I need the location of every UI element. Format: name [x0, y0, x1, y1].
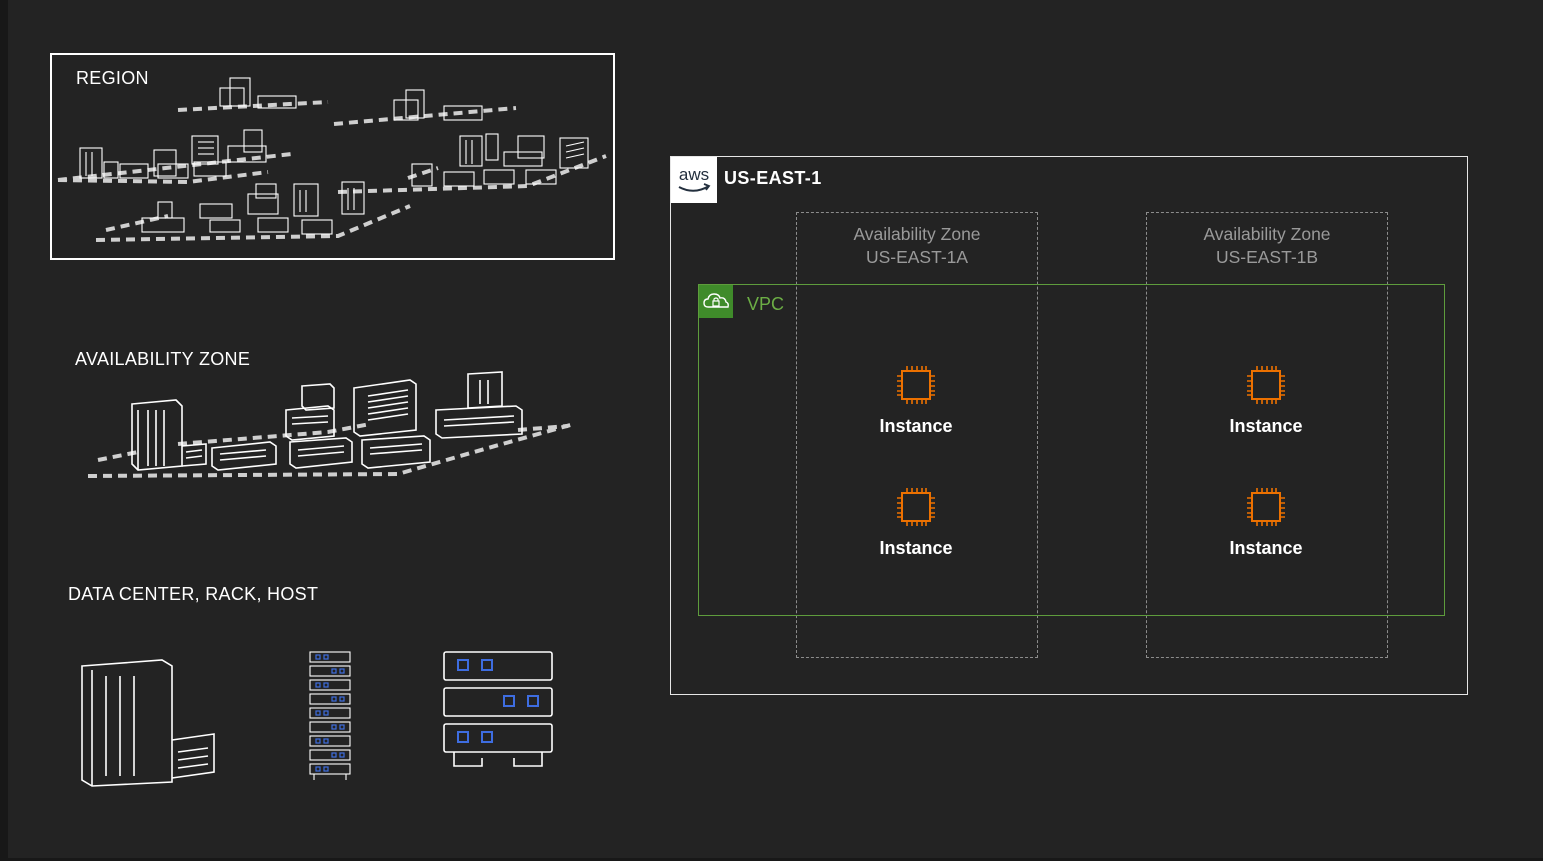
instance-label: Instance — [1229, 538, 1303, 558]
chip-icon — [1247, 488, 1285, 526]
instance-az1a-bottom[interactable]: Instance — [856, 486, 976, 566]
host-server-icon — [443, 651, 553, 767]
instance-az1b-bottom[interactable]: Instance — [1206, 486, 1326, 566]
instance-az1a-top[interactable]: Instance — [856, 364, 976, 444]
svg-text:aws: aws — [679, 165, 709, 184]
data-center-icon — [81, 659, 215, 787]
az-1a-name: US-EAST-1A — [865, 247, 969, 267]
rack-icon — [309, 651, 351, 780]
az-1b-name: US-EAST-1B — [1215, 247, 1319, 267]
chip-icon — [897, 366, 935, 404]
instance-label: Instance — [1229, 416, 1303, 436]
chip-icon — [1247, 366, 1285, 404]
diagram-canvas: REGION AVAILABILITY ZONE DATA CENTER, RA… — [8, 0, 1543, 858]
region-title: US-EAST-1 — [724, 168, 822, 188]
instance-label: Instance — [879, 538, 953, 558]
az-1a-title: Availability Zone — [853, 224, 981, 244]
cloud-lock-icon — [699, 285, 733, 318]
az-1b-title: Availability Zone — [1203, 224, 1331, 244]
instance-az1b-top[interactable]: Instance — [1206, 364, 1326, 444]
chip-icon — [897, 488, 935, 526]
instance-label: Instance — [879, 416, 953, 436]
aws-logo: aws — [671, 157, 717, 203]
vpc-group: VPC — [698, 284, 1445, 616]
vpc-label: VPC — [747, 294, 785, 314]
